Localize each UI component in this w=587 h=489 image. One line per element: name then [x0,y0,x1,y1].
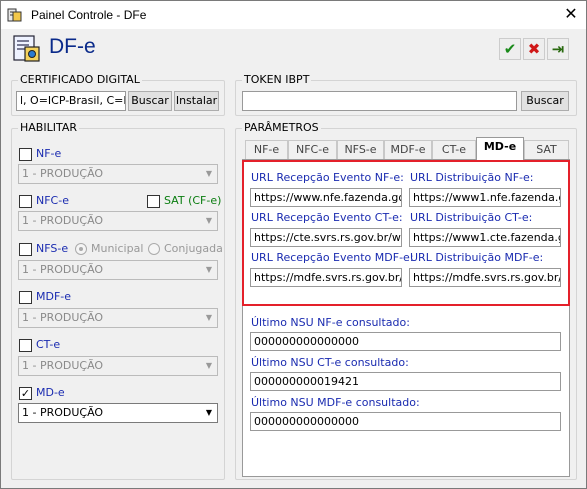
nfse-conjugada-label: Conjugada [164,242,223,255]
nfce-checkbox[interactable] [19,195,32,208]
mde-checkbox[interactable]: ✓ [19,387,32,400]
cte-ambiente-select[interactable]: 1 - PRODUÇÃO ▼ [18,356,218,376]
sat-checkbox[interactable] [147,195,160,208]
nfe-checkbox[interactable] [19,148,32,161]
dist-cte-label: URL Distribuição CT-e: [410,211,533,224]
mdfe-label: MDF-e [36,290,72,303]
tab-mdfe[interactable]: MDF-e [384,140,432,159]
cte-label: CT-e [36,338,61,351]
chevron-down-icon: ▼ [205,361,213,370]
nfse-conjugada-radio[interactable] [148,243,160,255]
dist-mdfe-url-field[interactable]: https://mdfe.svrs.rs.gov.br/ws/ [409,268,561,287]
mde-ambiente-select[interactable]: 1 - PRODUÇÃO ▼ [18,403,218,423]
nsu-cte-label: Último NSU CT-e consultado: [251,356,409,369]
chevron-down-icon: ▼ [205,265,213,274]
check-icon: ✔ [503,40,517,58]
tab-sat[interactable]: SAT [524,140,569,159]
nfe-ambiente-value: 1 - PRODUÇÃO [22,167,104,180]
check-icon: ✓ [20,387,31,400]
nsu-mdfe-label: Último NSU MDF-e consultado: [251,396,420,409]
chevron-down-icon: ▼ [205,313,213,322]
sat-label: SAT (CF-e) [164,194,222,207]
mdfe-ambiente-value: 1 - PRODUÇÃO [22,311,104,324]
rec-nfe-label: URL Recepção Evento NF-e: [251,171,404,184]
nfse-checkbox[interactable] [19,243,32,256]
close-button[interactable]: ✕ [556,1,586,29]
tab-nfe[interactable]: NF-e [245,140,288,159]
dist-nfe-url-field[interactable]: https://www1.nfe.fazenda.gov [409,188,561,207]
title-bar: Painel Controle - DFe ✕ [1,1,586,29]
nfse-municipal-label: Municipal [91,242,144,255]
x-icon: ✖ [527,40,541,58]
exit-button[interactable]: ⇥ [547,38,569,60]
dfe-logo-icon [12,34,42,64]
tab-nfse[interactable]: NFS-e [337,140,384,159]
dfe-control-panel-window: Painel Controle - DFe ✕ DF-e ✔ ✖ ⇥ CERTI… [0,0,587,489]
token-field[interactable] [242,91,517,111]
nsu-nfe-field[interactable]: 000000000000000 [250,332,561,351]
confirm-button[interactable]: ✔ [499,38,521,60]
cte-ambiente-value: 1 - PRODUÇÃO [22,359,104,372]
certificado-instalar-button[interactable]: Instalar [174,91,219,111]
certificado-legend: CERTIFICADO DIGITAL [18,73,142,86]
tab-nfce[interactable]: NFC-e [288,140,337,159]
nfse-label: NFS-e [36,242,69,255]
chevron-down-icon: ▼ [205,169,213,178]
header: DF-e ✔ ✖ ⇥ [1,29,586,67]
nsu-cte-field[interactable]: 000000000019421 [250,372,561,391]
rec-cte-label: URL Recepção Evento CT-e: [251,211,403,224]
tab-cte[interactable]: CT-e [432,140,476,159]
token-buscar-button[interactable]: Buscar [521,91,569,111]
certificado-field[interactable]: l, O=ICP-Brasil, C=BR [16,91,126,111]
rec-nfe-url-field[interactable]: https://www.nfe.fazenda.gov.b [250,188,402,207]
page-title: DF-e [49,35,96,58]
nfe-ambiente-select[interactable]: 1 - PRODUÇÃO ▼ [18,164,218,184]
nfse-ambiente-select[interactable]: 1 - PRODUÇÃO ▼ [18,260,218,280]
nfce-ambiente-select[interactable]: 1 - PRODUÇÃO ▼ [18,211,218,231]
nsu-mdfe-field[interactable]: 000000000000000 [250,412,561,431]
chevron-down-icon: ▼ [205,408,213,417]
cancel-button[interactable]: ✖ [523,38,545,60]
habilitar-legend: HABILITAR [18,121,79,134]
rec-mdfe-label: URL Recepção Evento MDF-e: [251,251,414,264]
exit-door-icon: ⇥ [551,40,565,58]
mde-ambiente-value: 1 - PRODUÇÃO [22,406,104,419]
dist-nfe-label: URL Distribuição NF-e: [410,171,534,184]
chevron-down-icon: ▼ [205,216,213,225]
nfce-label: NFC-e [36,194,69,207]
rec-mdfe-url-field[interactable]: https://mdfe.svrs.rs.gov.br/ws/ [250,268,402,287]
tab-mde[interactable]: MD-e [476,137,524,160]
mdfe-checkbox[interactable] [19,291,32,304]
rec-cte-url-field[interactable]: https://cte.svrs.rs.gov.br/ws/c [250,228,402,247]
dist-mdfe-label: URL Distribuição MDF-e: [410,251,544,264]
dist-cte-url-field[interactable]: https://www1.cte.fazenda.gov [409,228,561,247]
nsu-nfe-label: Último NSU NF-e consultado: [251,316,410,329]
mdfe-ambiente-select[interactable]: 1 - PRODUÇÃO ▼ [18,308,218,328]
parametros-legend: PARÂMETROS [242,121,321,134]
window-title: Painel Controle - DFe [31,8,147,22]
token-legend: TOKEN IBPT [242,73,312,86]
mde-label: MD-e [36,386,65,399]
nfe-label: NF-e [36,147,62,160]
nfce-ambiente-value: 1 - PRODUÇÃO [22,214,104,227]
certificado-buscar-button[interactable]: Buscar [128,91,172,111]
cte-checkbox[interactable] [19,339,32,352]
nfse-municipal-radio[interactable] [75,243,87,255]
app-icon [7,7,23,23]
nfse-ambiente-value: 1 - PRODUÇÃO [22,263,104,276]
